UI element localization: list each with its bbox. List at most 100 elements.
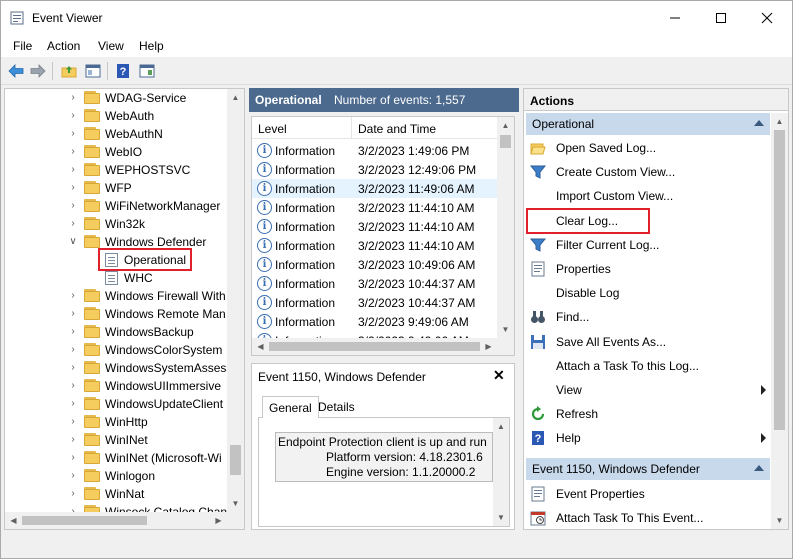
scroll-left-icon[interactable]: ◀ xyxy=(252,338,269,355)
close-detail-icon[interactable]: ✕ xyxy=(493,367,505,384)
tree-item[interactable]: › Win32k xyxy=(5,215,227,233)
action-attach-task-to-this-event[interactable]: Attach Task To This Event... xyxy=(526,507,770,529)
chevron-right-icon[interactable]: › xyxy=(68,308,78,320)
action-find[interactable]: Find... xyxy=(526,306,770,328)
tree-item[interactable]: › WindowsSystemAssess xyxy=(5,359,232,377)
tree-item[interactable]: › Winlogon xyxy=(5,467,227,485)
column-header-level[interactable]: Level xyxy=(258,122,287,136)
menu-help[interactable]: Help xyxy=(139,39,164,53)
scroll-down-icon[interactable]: ▼ xyxy=(227,495,244,512)
menu-file[interactable]: File xyxy=(13,39,32,53)
event-row[interactable]: i Information 3/2/2023 11:44:10 AM xyxy=(252,198,497,217)
event-row[interactable]: i Information 3/2/2023 10:49:06 AM xyxy=(252,255,497,274)
column-divider[interactable] xyxy=(351,117,352,139)
scroll-down-icon[interactable]: ▼ xyxy=(493,509,509,526)
tree-item[interactable]: › Windows Remote Man xyxy=(5,305,227,323)
tree-item[interactable]: › WinINet (Microsoft-Wi xyxy=(5,449,227,467)
event-row[interactable]: i Information 3/2/2023 1:49:06 PM xyxy=(252,141,497,160)
close-button[interactable] xyxy=(744,1,790,35)
action-view[interactable]: View xyxy=(526,379,770,401)
chevron-right-icon[interactable]: › xyxy=(68,470,78,482)
action-filter-current-log[interactable]: Filter Current Log... xyxy=(526,234,770,256)
chevron-right-icon[interactable]: › xyxy=(68,380,78,392)
chevron-right-icon[interactable]: › xyxy=(68,416,78,428)
chevron-down-icon[interactable]: ∨ xyxy=(68,236,78,248)
show-hide-tree-button[interactable] xyxy=(83,61,103,81)
action-properties[interactable]: Properties xyxy=(526,258,770,280)
action-save-all-events-as[interactable]: Save All Events As... xyxy=(526,331,770,353)
action-attach-a-task-to-this-log[interactable]: Attach a Task To this Log... xyxy=(526,355,770,377)
chevron-right-icon[interactable]: › xyxy=(68,182,78,194)
event-row[interactable]: i Information 3/2/2023 12:49:06 PM xyxy=(252,160,497,179)
chevron-right-icon[interactable]: › xyxy=(68,218,78,230)
tree-item[interactable]: › WindowsColorSystem xyxy=(5,341,227,359)
scroll-up-icon[interactable]: ▲ xyxy=(493,418,509,435)
action-create-custom-view[interactable]: Create Custom View... xyxy=(526,161,770,183)
event-list-vscroll-thumb[interactable] xyxy=(500,135,511,148)
event-list[interactable]: Level Date and Time i Information 3/2/2023… xyxy=(251,116,515,356)
tab-details[interactable]: Details xyxy=(312,396,361,418)
event-row[interactable]: iInformation 3/2/2023 9:49:06 AM xyxy=(252,312,497,331)
actions-section-event[interactable]: Event 1150, Windows Defender xyxy=(526,458,770,480)
chevron-right-icon[interactable]: › xyxy=(68,452,78,464)
show-action-pane-button[interactable] xyxy=(137,61,157,81)
actions-section-operational[interactable]: Operational xyxy=(526,113,770,135)
scroll-up-icon[interactable]: ▲ xyxy=(227,89,244,106)
event-row[interactable]: i Information 3/2/2023 10:44:37 AM xyxy=(252,274,497,293)
tree-item[interactable]: › WinINet xyxy=(5,431,227,449)
detail-vscrollbar[interactable]: ▲ ▼ xyxy=(493,418,509,526)
tree-item[interactable]: › WFP xyxy=(5,179,227,197)
chevron-right-icon[interactable]: › xyxy=(68,434,78,446)
scroll-up-icon[interactable]: ▲ xyxy=(497,117,514,134)
scroll-up-icon[interactable]: ▲ xyxy=(771,113,788,130)
event-list-hscrollbar[interactable]: ◀ ▶ xyxy=(252,338,514,355)
collapse-caret-icon[interactable] xyxy=(754,465,764,471)
tab-general[interactable]: General xyxy=(262,396,319,418)
minimize-button[interactable] xyxy=(652,1,698,35)
tree-item[interactable]: WHC xyxy=(5,269,227,287)
action-event-properties[interactable]: Event Properties xyxy=(526,483,770,505)
chevron-right-icon[interactable]: › xyxy=(68,146,78,158)
chevron-right-icon[interactable]: › xyxy=(68,488,78,500)
tree-item[interactable]: › WebAuthN xyxy=(5,125,227,143)
event-list-hscroll-thumb[interactable] xyxy=(269,342,480,351)
tree-vscroll-thumb[interactable] xyxy=(230,445,241,475)
tree-hscroll-thumb[interactable] xyxy=(22,516,147,525)
collapse-caret-icon[interactable] xyxy=(754,120,764,126)
tree-item[interactable]: › WebIO xyxy=(5,143,227,161)
action-open-saved-log[interactable]: Open Saved Log... xyxy=(526,137,770,159)
tree-item[interactable]: › WEPHOSTSVC xyxy=(5,161,227,179)
event-description[interactable]: Endpoint Protection client is up and run… xyxy=(275,432,493,482)
action-help[interactable]: ? Help xyxy=(526,427,770,449)
column-header-date[interactable]: Date and Time xyxy=(358,122,436,136)
back-button[interactable] xyxy=(6,61,26,81)
action-disable-log[interactable]: Disable Log xyxy=(526,282,770,304)
maximize-button[interactable] xyxy=(698,1,744,35)
chevron-right-icon[interactable]: › xyxy=(68,344,78,356)
actions-vscroll-thumb[interactable] xyxy=(774,130,785,430)
tree-item[interactable]: › WebAuth xyxy=(5,107,227,125)
chevron-right-icon[interactable]: › xyxy=(68,164,78,176)
scroll-right-icon[interactable]: ▶ xyxy=(210,512,227,529)
tree-item[interactable]: › WinHttp xyxy=(5,413,227,431)
event-list-vscrollbar[interactable]: ▲ ▼ xyxy=(497,117,514,338)
scroll-down-icon[interactable]: ▼ xyxy=(497,321,514,338)
up-folder-button[interactable] xyxy=(59,61,79,81)
tree-item[interactable]: › WindowsUpdateClient xyxy=(5,395,227,413)
tree-item[interactable]: › WiFiNetworkManager xyxy=(5,197,227,215)
scroll-down-icon[interactable]: ▼ xyxy=(771,512,788,529)
event-row[interactable]: i Information 3/2/2023 11:49:06 AM xyxy=(252,179,497,198)
chevron-right-icon[interactable]: › xyxy=(68,200,78,212)
chevron-right-icon[interactable]: › xyxy=(68,398,78,410)
tree-item[interactable]: › WinNat xyxy=(5,485,227,503)
actions-vscrollbar[interactable]: ▲ ▼ xyxy=(771,113,788,529)
chevron-right-icon[interactable]: › xyxy=(68,326,78,338)
scroll-right-icon[interactable]: ▶ xyxy=(480,338,497,355)
action-import-custom-view[interactable]: Import Custom View... xyxy=(526,185,770,207)
chevron-right-icon[interactable]: › xyxy=(68,110,78,122)
event-row[interactable]: i Information 3/2/2023 10:44:37 AM xyxy=(252,293,497,312)
event-row[interactable]: i Information 3/2/2023 11:44:10 AM xyxy=(252,236,497,255)
chevron-right-icon[interactable]: › xyxy=(68,362,78,374)
help-button[interactable]: ? xyxy=(113,61,133,81)
chevron-right-icon[interactable]: › xyxy=(68,290,78,302)
